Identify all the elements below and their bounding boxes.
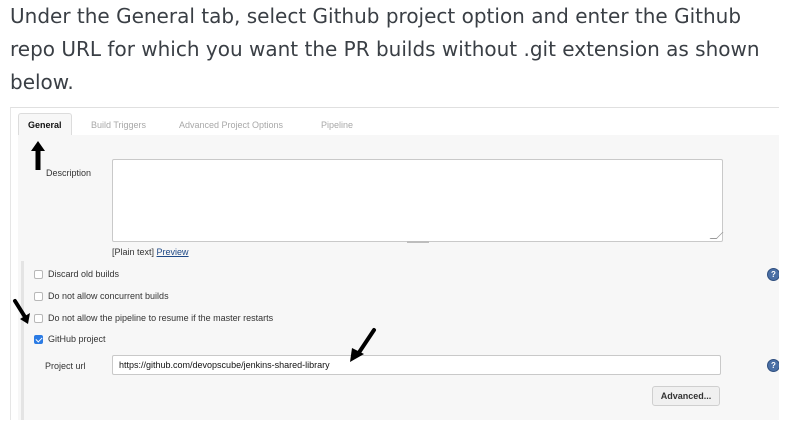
no-concurrent-builds-checkbox[interactable] xyxy=(34,291,43,301)
tab-pipeline[interactable]: Pipeline xyxy=(321,114,353,136)
help-icon[interactable]: ? xyxy=(767,359,779,372)
github-project-label: GitHub project xyxy=(48,334,106,344)
plain-text-note: [Plain text] Preview xyxy=(112,247,189,257)
intro-paragraph: Under the General tab, select Github pro… xyxy=(10,4,760,94)
description-label: Description xyxy=(46,168,92,178)
tab-advanced-project-options[interactable]: Advanced Project Options xyxy=(179,114,283,136)
resize-grip-icon[interactable] xyxy=(709,232,724,239)
no-resume-pipeline-option[interactable]: Do not allow the pipeline to resume if t… xyxy=(34,313,273,323)
advanced-button[interactable]: Advanced... xyxy=(652,386,720,406)
github-project-checkbox[interactable] xyxy=(34,334,43,344)
discard-old-builds-checkbox[interactable] xyxy=(34,269,43,279)
discard-old-builds-option[interactable]: Discard old builds xyxy=(34,269,119,279)
tab-general[interactable]: General xyxy=(18,113,72,136)
project-url-label: Project url xyxy=(45,361,86,371)
tab-build-triggers[interactable]: Build Triggers xyxy=(91,114,146,136)
description-textarea[interactable] xyxy=(112,159,724,242)
up-arrow-annotation-icon xyxy=(31,141,45,170)
github-project-option[interactable]: GitHub project xyxy=(34,334,106,344)
no-concurrent-builds-option[interactable]: Do not allow concurrent builds xyxy=(34,291,169,301)
no-concurrent-builds-label: Do not allow concurrent builds xyxy=(48,291,169,301)
plain-text-label: [Plain text] xyxy=(112,247,155,257)
textarea-drag-handle[interactable] xyxy=(407,241,429,243)
jenkins-config-screenshot: General Build Triggers Advanced Project … xyxy=(10,107,779,420)
no-resume-pipeline-label: Do not allow the pipeline to resume if t… xyxy=(48,313,274,323)
preview-link[interactable]: Preview xyxy=(157,247,189,257)
url-arrow-annotation-icon xyxy=(350,328,376,362)
down-arrow-annotation-icon xyxy=(13,299,30,324)
config-tabs: General Build Triggers Advanced Project … xyxy=(11,108,779,136)
help-icon[interactable]: ? xyxy=(767,268,779,281)
project-url-input[interactable]: https://github.com/devopscube/jenkins-sh… xyxy=(112,355,721,375)
discard-old-builds-label: Discard old builds xyxy=(48,269,120,279)
options-left-bar xyxy=(21,261,24,420)
general-section: Description [Plain text] Preview Discard… xyxy=(18,135,779,420)
no-resume-pipeline-checkbox[interactable] xyxy=(34,313,43,323)
